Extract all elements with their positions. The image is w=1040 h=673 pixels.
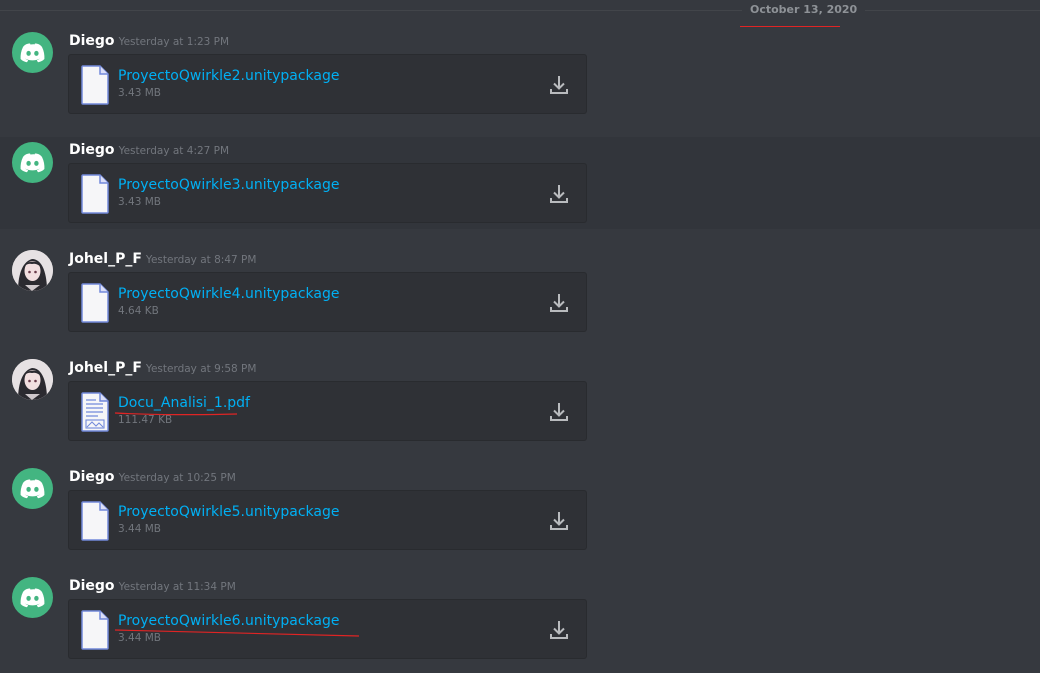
message: Diego Yesterday at 1:23 PM ProyectoQwirkl… [0,0,1040,114]
author-name[interactable]: Johel_P_F [69,360,142,376]
avatar[interactable] [12,359,53,400]
download-icon[interactable] [548,401,570,423]
message-timestamp: Yesterday at 10:25 PM [118,472,236,484]
message-header: Diego Yesterday at 4:27 PM [69,141,229,160]
download-icon[interactable] [548,292,570,314]
file-size: 3.44 MB [118,632,161,644]
message-timestamp: Yesterday at 11:34 PM [118,581,236,593]
file-size: 3.43 MB [118,87,161,99]
file-name-link[interactable]: ProyectoQwirkle3.unitypackage [118,176,339,194]
message-header: Johel_P_F Yesterday at 9:58 PM [69,359,256,378]
file-name-link[interactable]: ProyectoQwirkle4.unitypackage [118,285,339,303]
file-size: 111.47 KB [118,414,173,426]
discord-logo-icon [20,588,45,608]
file-size: 3.43 MB [118,196,161,208]
file-icon [81,283,109,323]
file-icon [81,610,109,650]
message: Johel_P_F Yesterday at 9:58 PM Docu_Anali… [0,359,1040,451]
file-icon [81,65,109,105]
avatar[interactable] [12,32,53,73]
file-name-link[interactable]: ProyectoQwirkle2.unitypackage [118,67,339,85]
file-name-link[interactable]: Docu_Analisi_1.pdf [118,394,250,412]
file-name-link[interactable]: ProyectoQwirkle6.unitypackage [118,612,339,630]
file-size: 4.64 KB [118,305,159,317]
message: Diego Yesterday at 11:34 PM ProyectoQwirk… [0,577,1040,669]
anime-portrait-icon [12,250,53,291]
discord-logo-icon [20,43,45,63]
message-timestamp: Yesterday at 1:23 PM [118,36,230,48]
avatar[interactable] [12,142,53,183]
file-size: 3.44 MB [118,523,161,535]
file-attachment: ProyectoQwirkle3.unitypackage 3.43 MB [68,163,587,223]
avatar[interactable] [12,577,53,618]
chat-messages: October 13, 2020 Diego Yesterday at 1:23 … [0,0,1040,673]
message: Diego Yesterday at 4:27 PM ProyectoQwirkl… [0,137,1040,229]
download-icon[interactable] [548,74,570,96]
file-attachment: ProyectoQwirkle6.unitypackage 3.44 MB [68,599,587,659]
avatar[interactable] [12,250,53,291]
author-name[interactable]: Diego [69,578,115,594]
avatar[interactable] [12,468,53,509]
file-attachment: ProyectoQwirkle2.unitypackage 3.43 MB [68,54,587,114]
message-header: Johel_P_F Yesterday at 8:47 PM [69,250,256,269]
discord-logo-icon [20,153,45,173]
author-name[interactable]: Diego [69,469,115,485]
message-header: Diego Yesterday at 11:34 PM [69,577,236,596]
file-attachment: ProyectoQwirkle5.unitypackage 3.44 MB [68,490,587,550]
document-file-icon [81,392,109,432]
download-icon[interactable] [548,619,570,641]
message-header: Diego Yesterday at 10:25 PM [69,468,236,487]
message-header: Diego Yesterday at 1:23 PM [69,32,229,51]
author-name[interactable]: Johel_P_F [69,251,142,267]
file-attachment: Docu_Analisi_1.pdf 111.47 KB [68,381,587,441]
file-name-link[interactable]: ProyectoQwirkle5.unitypackage [118,503,339,521]
anime-portrait-icon [12,359,53,400]
message-timestamp: Yesterday at 4:27 PM [118,145,230,157]
file-icon [81,174,109,214]
discord-logo-icon [20,479,45,499]
message: Diego Yesterday at 10:25 PM ProyectoQwirk… [0,468,1040,560]
file-icon [81,501,109,541]
message-timestamp: Yesterday at 9:58 PM [145,363,257,375]
file-attachment: ProyectoQwirkle4.unitypackage 4.64 KB [68,272,587,332]
message-timestamp: Yesterday at 8:47 PM [145,254,257,266]
message: Johel_P_F Yesterday at 8:47 PM ProyectoQw… [0,250,1040,342]
download-icon[interactable] [548,183,570,205]
author-name[interactable]: Diego [69,142,115,158]
author-name[interactable]: Diego [69,33,115,49]
download-icon[interactable] [548,510,570,532]
